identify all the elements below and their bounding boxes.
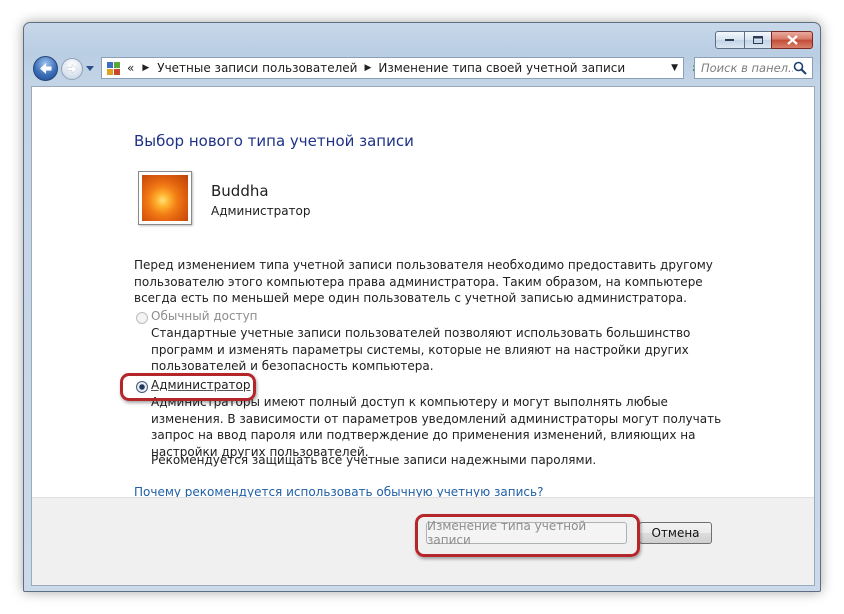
- page-title: Выбор нового типа учетной записи: [134, 132, 414, 150]
- chevron-right-icon[interactable]: ▶: [364, 63, 371, 73]
- address-overflow[interactable]: «: [127, 61, 134, 75]
- user-role: Администратор: [211, 204, 311, 218]
- breadcrumb-change-account-type[interactable]: Изменение типа своей учетной записи: [378, 61, 625, 75]
- cancel-button[interactable]: Отмена: [639, 522, 712, 544]
- avatar: [138, 171, 192, 225]
- address-dropdown-icon[interactable]: ▼: [671, 63, 678, 73]
- close-icon: [786, 35, 798, 45]
- maximize-icon: [752, 35, 763, 44]
- back-arrow-icon: [40, 63, 52, 74]
- forward-button[interactable]: [61, 58, 83, 80]
- search-box[interactable]: Поиск в панел...: [694, 57, 813, 79]
- standard-description: Стандартные учетные записи пользователей…: [151, 326, 691, 373]
- user-name: Buddha: [211, 182, 269, 200]
- admin-description: Администраторы имеют полный доступ к ком…: [151, 395, 722, 459]
- maximize-button[interactable]: [744, 31, 772, 49]
- forward-arrow-icon: [66, 63, 78, 75]
- search-placeholder[interactable]: Поиск в панел...: [695, 61, 793, 75]
- standard-radio[interactable]: [136, 312, 148, 324]
- address-bar[interactable]: « ▶ Учетные записи пользователей ▶ Измен…: [101, 57, 684, 79]
- minimize-button[interactable]: [715, 31, 745, 49]
- search-icon[interactable]: [793, 61, 807, 75]
- minimize-icon: [725, 39, 734, 41]
- admin-highlight: [120, 373, 256, 401]
- intro-text: Перед изменением типа учетной записи пол…: [134, 258, 713, 305]
- dropdown-arrow-icon[interactable]: [86, 65, 94, 73]
- avatar-flower-image: [142, 175, 188, 221]
- change-button-highlight: [415, 514, 640, 557]
- breadcrumb-user-accounts[interactable]: Учетные записи пользователей: [157, 61, 357, 75]
- window: « ▶ Учетные записи пользователей ▶ Измен…: [23, 22, 821, 592]
- close-button[interactable]: [771, 31, 813, 49]
- standard-label[interactable]: Обычный доступ: [151, 309, 258, 323]
- content-area: Выбор нового типа учетной записи Buddha …: [31, 86, 815, 586]
- control-panel-icon: [106, 60, 122, 76]
- back-button[interactable]: [33, 56, 58, 81]
- recommendation-text: Рекомендуется защищать все учетные запис…: [151, 453, 597, 467]
- chevron-right-icon[interactable]: ▶: [142, 63, 149, 73]
